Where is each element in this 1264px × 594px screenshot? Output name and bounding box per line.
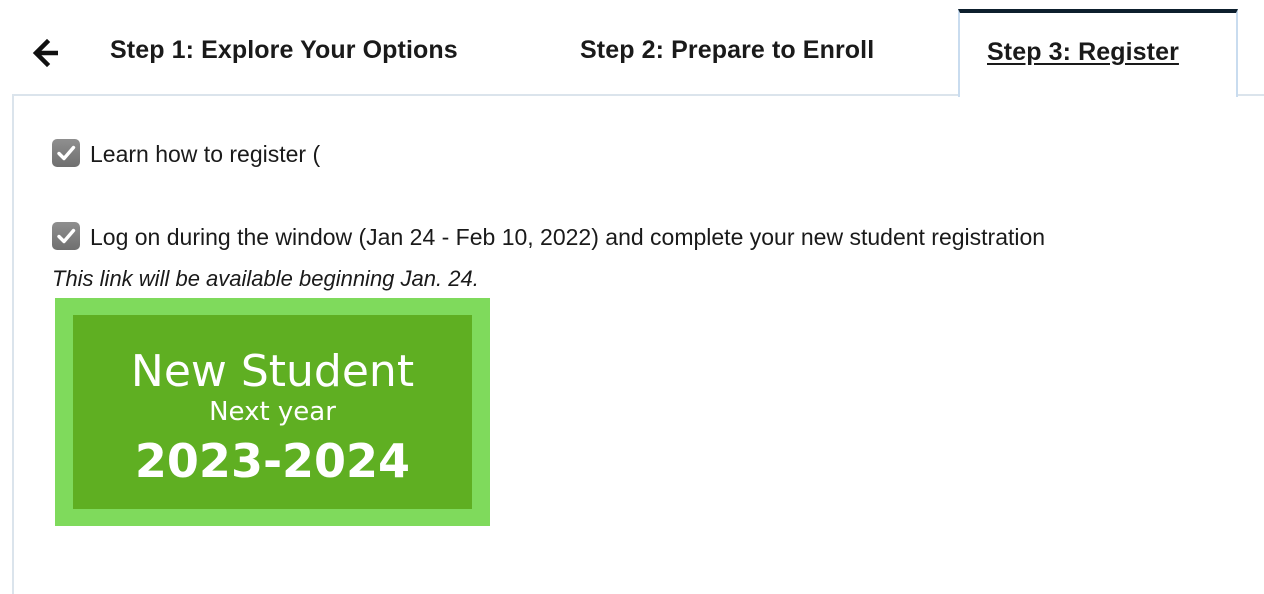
arrow-left-icon <box>32 38 58 68</box>
task-log-on-register: Log on during the window (Jan 24 - Feb 1… <box>52 222 1045 251</box>
back-button[interactable] <box>30 36 64 70</box>
step-tab-bar: Step 1: Explore Your Options Step 2: Pre… <box>0 0 1264 97</box>
new-student-registration-banner[interactable]: New Student Next year 2023-2024 <box>55 298 490 526</box>
checkmark-icon <box>57 228 76 244</box>
tab-step-3[interactable]: Step 3: Register <box>958 9 1238 97</box>
tab-step-3-label: Step 3: Register <box>987 38 1179 66</box>
banner-years: 2023-2024 <box>134 434 411 488</box>
availability-note: This link will be available beginning Ja… <box>52 266 479 291</box>
task-checkbox[interactable] <box>52 222 80 250</box>
task-checkbox[interactable] <box>52 139 80 167</box>
tab-step-2[interactable]: Step 2: Prepare to Enroll <box>580 36 874 65</box>
task-label: Log on during the window (Jan 24 - Feb 1… <box>90 224 1046 250</box>
banner-inner: New Student Next year 2023-2024 <box>73 315 472 509</box>
tab-step-1[interactable]: Step 1: Explore Your Options <box>110 36 458 65</box>
banner-subtitle: Next year <box>209 397 336 427</box>
checkmark-icon <box>57 145 76 161</box>
task-label: Learn how to register ( <box>90 141 321 167</box>
task-learn-register: Learn how to register ( <box>52 139 320 168</box>
banner-title: New Student <box>130 346 415 397</box>
